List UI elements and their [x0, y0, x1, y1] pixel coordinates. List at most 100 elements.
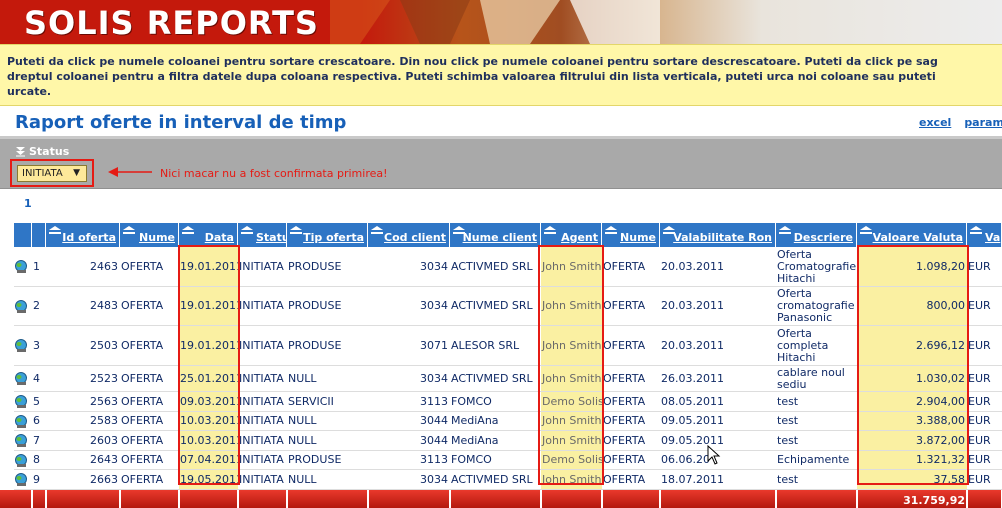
- page-number-link[interactable]: 1: [24, 197, 32, 210]
- column-header-label[interactable]: Id oferta: [62, 231, 116, 244]
- footer-divider: [286, 490, 288, 508]
- cell-n: 6: [33, 414, 40, 427]
- cell-id_oferta: 2523: [90, 372, 118, 385]
- column-header-label[interactable]: Va: [985, 231, 1000, 244]
- column-header-label[interactable]: Cod client: [384, 231, 446, 244]
- param-link[interactable]: param: [964, 116, 1002, 129]
- cell-cod: 3044: [420, 434, 448, 447]
- footer-divider: [540, 490, 542, 508]
- sort-asc-icon[interactable]: [970, 226, 982, 235]
- column-header-valab[interactable]: Valabilitate Ron: [660, 223, 776, 247]
- cell-val: 1.321,32: [857, 451, 967, 469]
- sort-asc-icon[interactable]: [49, 226, 61, 235]
- column-header-label[interactable]: Nume: [620, 231, 656, 244]
- column-header-label[interactable]: Valabilitate Ron: [673, 231, 772, 244]
- cell-client: ACTIVMED SRL: [451, 473, 533, 486]
- footer-divider: [367, 490, 369, 508]
- column-header-status[interactable]: Status: [238, 223, 296, 247]
- globe-user-icon[interactable]: [14, 260, 28, 274]
- cell-id_oferta: 2503: [90, 339, 118, 352]
- sort-asc-icon[interactable]: [605, 226, 617, 235]
- globe-user-icon[interactable]: [14, 434, 28, 448]
- page: SOLIS REPORTS Puteti da click pe numele …: [0, 0, 1002, 508]
- column-header-moneda[interactable]: Va: [967, 223, 1002, 247]
- cell-cod: 3034: [420, 372, 448, 385]
- column-header-label[interactable]: Agent: [561, 231, 598, 244]
- column-header-id_oferta[interactable]: Id oferta: [46, 223, 120, 247]
- sort-asc-icon[interactable]: [860, 226, 872, 235]
- globe-user-icon[interactable]: [14, 339, 28, 353]
- filter-dropdown-icon[interactable]: [15, 146, 26, 157]
- globe-user-icon[interactable]: [14, 454, 28, 468]
- column-header-tip[interactable]: Tip oferta: [287, 223, 368, 247]
- column-header-nume[interactable]: Nume: [120, 223, 179, 247]
- table-footer: 31.759,92: [0, 490, 1002, 508]
- column-header-desc[interactable]: Descriere: [776, 223, 857, 247]
- cell-id_oferta: 2663: [90, 473, 118, 486]
- globe-user-icon[interactable]: [14, 300, 28, 314]
- cell-val: 3.872,00: [857, 431, 967, 450]
- cell-status: INITIATA: [239, 299, 284, 312]
- cell-valab: 18.07.2011: [661, 473, 724, 486]
- cell-val: 2.696,12: [857, 326, 967, 365]
- cell-status: INITIATA: [239, 372, 284, 385]
- column-header-cod[interactable]: Cod client: [368, 223, 450, 247]
- column-header-label[interactable]: Tip oferta: [303, 231, 364, 244]
- sort-asc-icon[interactable]: [544, 226, 556, 235]
- cell-client: FOMCO: [451, 395, 492, 408]
- column-header-label[interactable]: Nume client: [463, 231, 537, 244]
- cell-tip: PRODUSE: [288, 299, 342, 312]
- cell-data: 19.05.2011: [179, 470, 238, 489]
- cell-nume: OFERTA: [121, 395, 164, 408]
- globe-user-icon[interactable]: [14, 372, 28, 386]
- cell-nume2: OFERTA: [603, 260, 646, 273]
- cell-n: 4: [33, 372, 40, 385]
- status-filter-label[interactable]: Status: [15, 145, 69, 158]
- sort-asc-icon[interactable]: [182, 226, 194, 235]
- column-header-val[interactable]: Valoare Valuta: [857, 223, 967, 247]
- cell-valab: 09.05.2011: [661, 414, 724, 427]
- cell-data: 19.01.2011: [179, 247, 238, 286]
- excel-link[interactable]: excel: [919, 116, 951, 129]
- cell-status: INITIATA: [239, 395, 284, 408]
- column-header-label[interactable]: Valoare Valuta: [873, 231, 963, 244]
- cell-desc: test: [777, 434, 799, 447]
- cell-n: 9: [33, 473, 40, 486]
- footer-divider: [237, 490, 239, 508]
- sort-asc-icon[interactable]: [290, 226, 302, 235]
- cell-data: 09.03.2011: [179, 392, 238, 411]
- cell-valab: 20.03.2011: [661, 339, 724, 352]
- cell-client: ACTIVMED SRL: [451, 372, 533, 385]
- column-header-data[interactable]: Data: [179, 223, 238, 247]
- total-value: 31.759,92: [903, 494, 965, 507]
- app-title: SOLIS REPORTS: [24, 4, 319, 42]
- cell-cod: 3113: [420, 453, 448, 466]
- cell-agent: John Smith: [541, 247, 602, 286]
- column-header-agent[interactable]: Agent: [541, 223, 602, 247]
- cell-tip: PRODUSE: [288, 260, 342, 273]
- column-header-label[interactable]: Descriere: [794, 231, 853, 244]
- cell-status: INITIATA: [239, 260, 284, 273]
- cell-val: 1.098,20: [857, 247, 967, 286]
- cell-valab: 20.03.2011: [661, 299, 724, 312]
- cell-moneda: EUR: [968, 299, 991, 312]
- column-header-client[interactable]: Nume client: [450, 223, 541, 247]
- cell-moneda: EUR: [968, 434, 991, 447]
- status-filter-text: Status: [29, 145, 70, 158]
- column-header-label[interactable]: Nume: [139, 231, 175, 244]
- sort-asc-icon[interactable]: [371, 226, 383, 235]
- cell-data: 07.04.2011: [179, 451, 238, 469]
- column-header-label[interactable]: Data: [205, 231, 234, 244]
- sort-asc-icon[interactable]: [241, 226, 253, 235]
- help-line-3: urcate.: [7, 85, 52, 98]
- cell-nume: OFERTA: [121, 299, 164, 312]
- footer-divider: [45, 490, 47, 508]
- globe-user-icon[interactable]: [14, 415, 28, 429]
- column-header-nume2[interactable]: Nume: [602, 223, 660, 247]
- cell-tip: NULL: [288, 473, 317, 486]
- globe-user-icon[interactable]: [14, 473, 28, 487]
- sort-asc-icon[interactable]: [123, 226, 135, 235]
- sort-asc-icon[interactable]: [779, 226, 791, 235]
- globe-user-icon[interactable]: [14, 395, 28, 409]
- cell-n: 3: [33, 339, 40, 352]
